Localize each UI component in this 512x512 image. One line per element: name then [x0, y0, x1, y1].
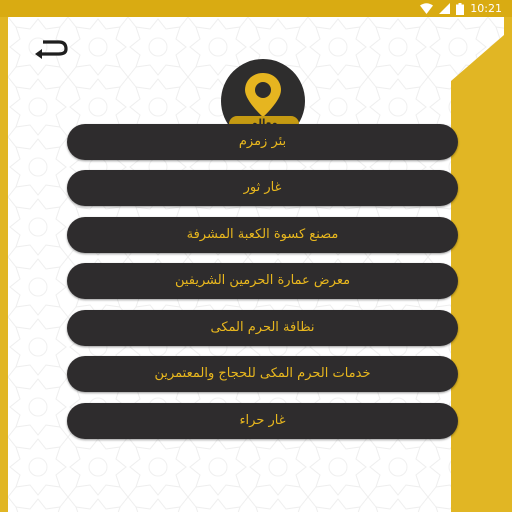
- menu-item-pilgrim-services[interactable]: خدمات الحرم المكى للحجاج والمعتمرين: [67, 356, 458, 392]
- back-arrow-icon[interactable]: [32, 38, 70, 60]
- wifi-icon: [420, 3, 434, 14]
- menu-item-hira-cave[interactable]: غار حراء: [67, 403, 458, 439]
- map-pin-icon: [245, 73, 281, 117]
- battery-icon: [456, 2, 465, 15]
- menu-item-zamzam-well[interactable]: بئر زمزم: [67, 124, 458, 160]
- menu-item-thawr-cave[interactable]: غار ثور: [67, 170, 458, 206]
- menu-item-kiswah-factory[interactable]: مصنع كسوة الكعبة المشرفة: [67, 217, 458, 253]
- status-bar: 10:21: [0, 0, 512, 17]
- status-time: 10:21: [470, 2, 502, 15]
- status-icons: 10:21: [420, 1, 502, 16]
- menu-item-two-mosques-architecture-exhibition[interactable]: معرض عمارة الحرمين الشريفين: [67, 263, 458, 299]
- menu-item-haram-cleaning[interactable]: نظافة الحرم المكى: [67, 310, 458, 346]
- signal-icon: [439, 3, 451, 14]
- main-frame: معالم بئر زمزم غار ثور مصنع كسوة الكعبة …: [8, 17, 504, 512]
